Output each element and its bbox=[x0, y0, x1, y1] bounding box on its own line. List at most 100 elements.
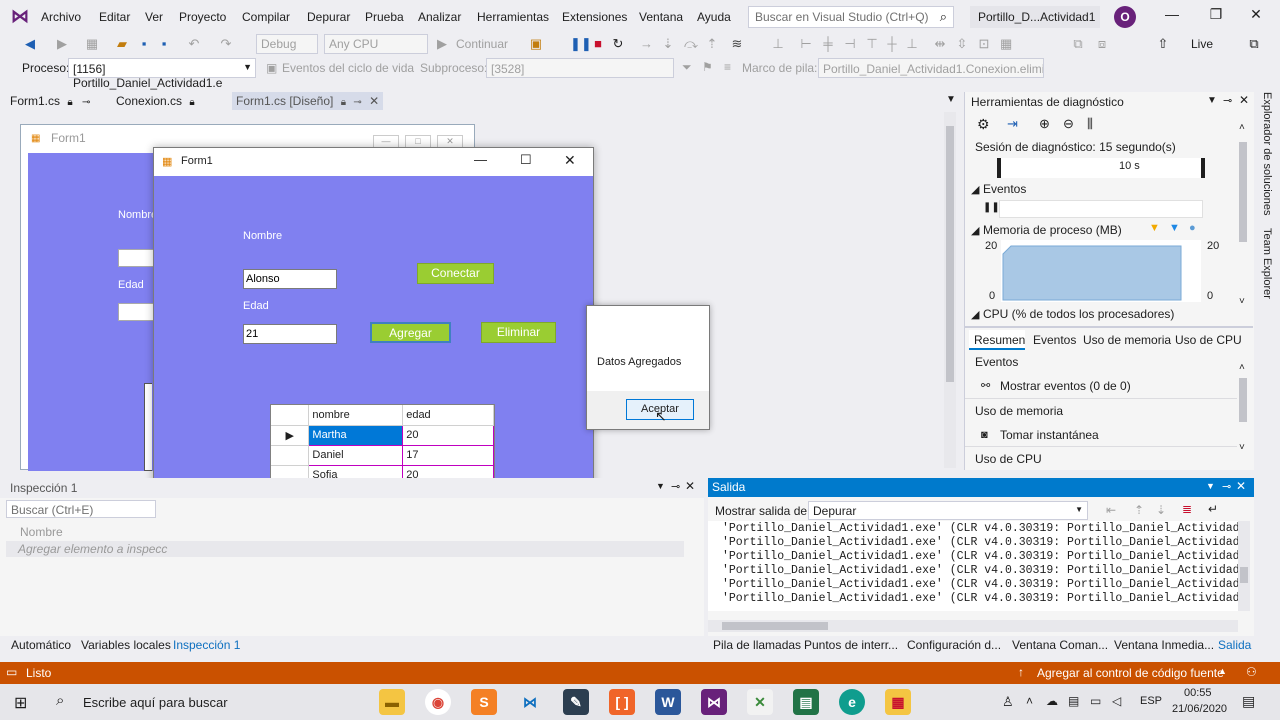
form1-titlebar[interactable]: ▦ Form1 — ☐ ✕ bbox=[154, 148, 593, 176]
filter-icon[interactable]: ⏷ bbox=[682, 60, 692, 75]
sublime-icon[interactable]: S bbox=[471, 689, 497, 715]
pin-icon[interactable]: ⊸ bbox=[1223, 94, 1232, 107]
close-icon[interactable]: ✕ bbox=[685, 479, 695, 493]
diag-scroll-thumb-2[interactable] bbox=[1239, 378, 1247, 422]
clock-date[interactable]: 21/06/2020 bbox=[1172, 703, 1227, 715]
clock-time[interactable]: 00:55 bbox=[1184, 687, 1212, 699]
flag-icon[interactable]: ⚑ bbox=[702, 60, 713, 74]
chevron-down-icon[interactable]: ▼ bbox=[1206, 481, 1215, 491]
design-nombre-textbox[interactable] bbox=[118, 249, 158, 267]
file-explorer-icon[interactable]: ▬ bbox=[379, 689, 405, 715]
minimize-icon[interactable]: — bbox=[474, 152, 487, 167]
word-icon[interactable]: W bbox=[655, 689, 681, 715]
align-icon[interactable]: ⊥ bbox=[772, 35, 784, 53]
tab-form1-cs[interactable]: Form1.cs 🔒︎ ⊸ bbox=[6, 92, 94, 110]
row-header[interactable] bbox=[271, 445, 310, 466]
grid-cell[interactable]: Martha bbox=[308, 425, 404, 446]
scroll-down-icon[interactable]: ˅ bbox=[1239, 296, 1245, 307]
scroll-up-icon[interactable]: ˄ bbox=[1239, 122, 1245, 133]
tab-pila-llamadas[interactable]: Pila de llamadas bbox=[713, 638, 801, 652]
scroll-up-icon[interactable]: ˄ bbox=[1239, 362, 1245, 373]
account-avatar[interactable]: O bbox=[1114, 6, 1136, 28]
stop-icon[interactable]: ■ bbox=[592, 35, 604, 53]
running-app-icon[interactable]: ▦ bbox=[885, 689, 911, 715]
tab-form1-designer[interactable]: Form1.cs [Diseño] 🔒︎ ⊸ ✕ bbox=[232, 92, 384, 110]
menu-editar[interactable]: Editar bbox=[99, 10, 130, 24]
reset-view-icon[interactable]: ⫼ bbox=[1087, 116, 1093, 132]
pause-icon[interactable]: ❚❚ bbox=[570, 35, 592, 53]
process-dropdown[interactable]: [1156] Portillo_Daniel_Actividad1.e ▼ bbox=[68, 58, 256, 90]
chrome-icon[interactable]: ◉ bbox=[425, 689, 451, 715]
take-snapshot-link[interactable]: Tomar instantánea bbox=[1000, 428, 1099, 442]
menu-prueba[interactable]: Prueba bbox=[365, 10, 404, 24]
close-icon[interactable]: ✕ bbox=[1240, 6, 1272, 26]
tab-automatico[interactable]: Automático bbox=[11, 638, 71, 652]
onedrive-icon[interactable]: ☁ bbox=[1046, 694, 1058, 708]
align-top-icon[interactable]: ⊤ bbox=[866, 35, 878, 53]
show-events-link[interactable]: Mostrar eventos (0 de 0) bbox=[1000, 379, 1131, 393]
new-project-icon[interactable]: ▦ bbox=[84, 35, 100, 53]
vscode-icon[interactable]: ⋈ bbox=[517, 689, 543, 715]
tab-configuracion[interactable]: Configuración d... bbox=[907, 638, 1001, 652]
tab-puntos-interrupcion[interactable]: Puntos de interr... bbox=[804, 638, 898, 652]
tab-ventana-comandos[interactable]: Ventana Coman... bbox=[1012, 638, 1108, 652]
menu-analizar[interactable]: Analizar bbox=[418, 10, 461, 24]
timeline-ruler[interactable]: 10 s bbox=[997, 158, 1205, 178]
bring-front-icon[interactable]: ⧉ bbox=[1072, 35, 1084, 53]
align-middle-icon[interactable]: ┼ bbox=[886, 35, 898, 53]
settings-icon[interactable]: ⚙ bbox=[977, 116, 990, 133]
menu-compilar[interactable]: Compilar bbox=[242, 10, 290, 24]
undo-icon[interactable]: ↶ bbox=[186, 35, 202, 53]
restore-icon[interactable]: ❐ bbox=[1200, 6, 1232, 26]
agregar-button[interactable]: Agregar bbox=[370, 322, 451, 343]
conectar-button[interactable]: Conectar bbox=[417, 263, 494, 284]
menu-archivo[interactable]: Archivo bbox=[41, 10, 81, 24]
thread-dropdown[interactable]: [3528] bbox=[486, 58, 674, 78]
next-message-icon[interactable]: ⇣ bbox=[1156, 503, 1166, 517]
tab-uso-memoria[interactable]: Uso de memoria bbox=[1083, 333, 1171, 347]
same-height-icon[interactable]: ⇳ bbox=[956, 35, 968, 53]
prev-message-icon[interactable]: ⇡ bbox=[1134, 503, 1144, 517]
visual-studio-logo-icon[interactable]: ⋈ bbox=[10, 7, 30, 25]
live-share-icon[interactable]: ⇧ bbox=[1156, 35, 1170, 53]
align-right-icon[interactable]: ⊣ bbox=[844, 35, 856, 53]
expand-icon[interactable]: ◢ bbox=[971, 183, 979, 196]
eliminar-button[interactable]: Eliminar bbox=[481, 322, 556, 343]
brackets-icon[interactable]: [ ] bbox=[609, 689, 635, 715]
step-over-icon[interactable]: ⤼ bbox=[684, 35, 698, 53]
lifecycle-events-label[interactable]: Eventos del ciclo de vida bbox=[282, 61, 414, 75]
align-left-icon[interactable]: ⊢ bbox=[800, 35, 812, 53]
column-header-nombre[interactable]: nombre bbox=[308, 405, 404, 426]
align-center-icon[interactable]: ╪ bbox=[822, 35, 834, 53]
forward-icon[interactable]: ▶ bbox=[54, 35, 70, 53]
watch-search-input[interactable]: Buscar (Ctrl+E) bbox=[6, 500, 156, 518]
column-header-edad[interactable]: edad bbox=[402, 405, 494, 426]
battery-icon[interactable]: ▭ bbox=[1090, 694, 1101, 708]
watch-add-row[interactable]: Agregar elemento a inspecc bbox=[6, 541, 684, 557]
sql-app-icon[interactable]: ▤ bbox=[793, 689, 819, 715]
close-icon[interactable]: ✕ bbox=[564, 152, 576, 169]
table-row[interactable]: ▶ Martha 20 bbox=[271, 425, 494, 446]
diagnostic-icon[interactable]: ≋ bbox=[730, 35, 744, 53]
same-width-icon[interactable]: ⇹ bbox=[934, 35, 946, 53]
edge-icon[interactable]: e bbox=[839, 689, 865, 715]
menu-proyecto[interactable]: Proyecto bbox=[179, 10, 226, 24]
designer-vscrollbar[interactable] bbox=[944, 112, 956, 468]
continue-icon[interactable]: ▶ bbox=[436, 35, 448, 53]
column-header-nombre[interactable]: Nombre bbox=[20, 525, 63, 539]
grid-cell[interactable]: Daniel bbox=[308, 445, 404, 466]
current-row-icon[interactable]: ▶ bbox=[271, 425, 310, 446]
design-edad-textbox[interactable] bbox=[118, 303, 158, 321]
search-icon[interactable]: ⌕ bbox=[56, 692, 64, 709]
align-bottom-icon[interactable]: ⊥ bbox=[906, 35, 918, 53]
close-tab-icon[interactable]: ✕ bbox=[369, 94, 379, 108]
tab-resumen[interactable]: Resumen bbox=[969, 330, 1025, 350]
output-hscrollbar[interactable] bbox=[708, 620, 1238, 632]
grid-cell[interactable]: 17 bbox=[402, 445, 494, 466]
stack-frame-dropdown[interactable]: Portillo_Daniel_Actividad1.Conexion.elim… bbox=[818, 58, 1044, 78]
menu-depurar[interactable]: Depurar bbox=[307, 10, 350, 24]
chevron-down-icon[interactable]: ▼ bbox=[656, 481, 665, 491]
expand-icon[interactable]: ◢ bbox=[971, 224, 979, 237]
continue-button[interactable]: Continuar bbox=[452, 35, 512, 53]
tab-salida[interactable]: Salida bbox=[1218, 638, 1251, 652]
